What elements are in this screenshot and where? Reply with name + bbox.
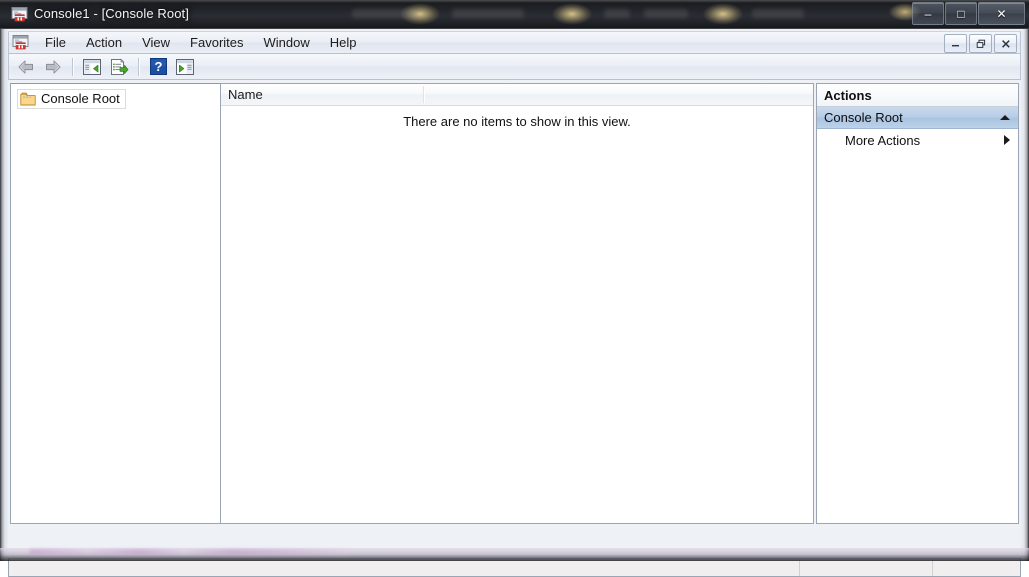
help-button[interactable]: ? [145, 55, 171, 79]
menu-item-help[interactable]: Help [320, 32, 367, 54]
menu-item-file[interactable]: File [35, 32, 76, 54]
action-item-more-actions[interactable]: More Actions [817, 129, 1018, 151]
window-maximize-button[interactable]: □ [945, 2, 977, 25]
restore-icon [976, 39, 985, 48]
mdi-close-button[interactable] [994, 34, 1017, 53]
console-tree-icon [83, 58, 101, 75]
minimize-icon [952, 45, 959, 47]
menu-item-window[interactable]: Window [254, 32, 320, 54]
actions-pane-title: Actions [824, 87, 872, 103]
actions-pane: Actions Console Root More Actions [816, 83, 1019, 524]
export-list-button[interactable] [106, 55, 132, 79]
action-pane-icon [176, 58, 194, 75]
export-list-icon [111, 58, 129, 75]
back-button[interactable] [13, 55, 39, 79]
mmc-console-icon [12, 34, 29, 49]
actions-group-label: Console Root [824, 110, 903, 125]
toolbar-separator [138, 57, 140, 76]
svg-text:?: ? [154, 59, 162, 74]
window-minimize-button[interactable]: – [912, 2, 944, 25]
titlebar-ghost-text [752, 9, 804, 18]
console-tree-pane[interactable]: Console Root [10, 83, 221, 524]
window-client-area: File Action View Favorites Window Help ?… [0, 29, 1029, 577]
column-header-blank[interactable] [424, 84, 813, 105]
titlebar-ghost-text [604, 9, 630, 18]
mdi-minimize-button[interactable] [944, 34, 967, 53]
show-hide-action-pane-button[interactable] [172, 55, 198, 79]
back-arrow-icon [18, 60, 33, 73]
list-empty-message: There are no items to show in this view. [403, 114, 631, 129]
forward-arrow-icon [46, 60, 61, 73]
action-item-label: More Actions [845, 132, 921, 148]
window-title: Console1 - [Console Root] [34, 6, 189, 21]
menu-item-action[interactable]: Action [76, 32, 132, 54]
mmc-console-window: Console1 - [Console Root] – □ ✕ File Act… [0, 0, 1029, 577]
menu-bar: File Action View Favorites Window Help [8, 31, 1021, 54]
arrow-right-icon [1004, 135, 1010, 145]
mdi-child-buttons [942, 34, 1017, 53]
maximize-icon: □ [957, 6, 965, 21]
status-divider [932, 560, 933, 576]
menu-item-favorites[interactable]: Favorites [180, 32, 253, 54]
titlebar-ghost-text [452, 9, 524, 18]
chevron-up-icon[interactable] [1000, 115, 1010, 120]
toolbar: ? [8, 54, 1021, 80]
panes-container: Console Root Name There are no items to … [8, 81, 1021, 558]
folder-icon [20, 92, 36, 105]
mdi-restore-button[interactable] [969, 34, 992, 53]
status-divider [799, 560, 800, 576]
window-titlebar[interactable]: Console1 - [Console Root] – □ ✕ [0, 0, 1029, 29]
minimize-icon: – [924, 6, 932, 21]
tree-item-label: Console Root [41, 91, 120, 106]
forward-button[interactable] [40, 55, 66, 79]
titlebar-ghost-text [644, 9, 688, 18]
window-close-button[interactable]: ✕ [978, 2, 1025, 25]
result-list-pane[interactable]: Name There are no items to show in this … [220, 83, 814, 524]
tree-item-console-root[interactable]: Console Root [17, 89, 126, 109]
caption-buttons: – □ ✕ [911, 2, 1025, 25]
actions-group-console-root[interactable]: Console Root [817, 107, 1018, 129]
show-hide-console-tree-button[interactable] [79, 55, 105, 79]
column-header-name-label: Name [228, 87, 263, 102]
mmc-console-icon [11, 7, 28, 22]
help-question-icon: ? [149, 58, 167, 75]
toolbar-separator [72, 57, 74, 76]
close-icon: ✕ [996, 6, 1007, 21]
column-header-name[interactable]: Name [221, 84, 423, 105]
menu-item-view[interactable]: View [132, 32, 180, 54]
titlebar-sheen [0, 0, 1029, 3]
actions-pane-header: Actions [817, 84, 1018, 107]
titlebar-ghost-text [352, 9, 416, 18]
close-icon [1001, 39, 1010, 48]
list-column-header[interactable]: Name [221, 84, 813, 106]
